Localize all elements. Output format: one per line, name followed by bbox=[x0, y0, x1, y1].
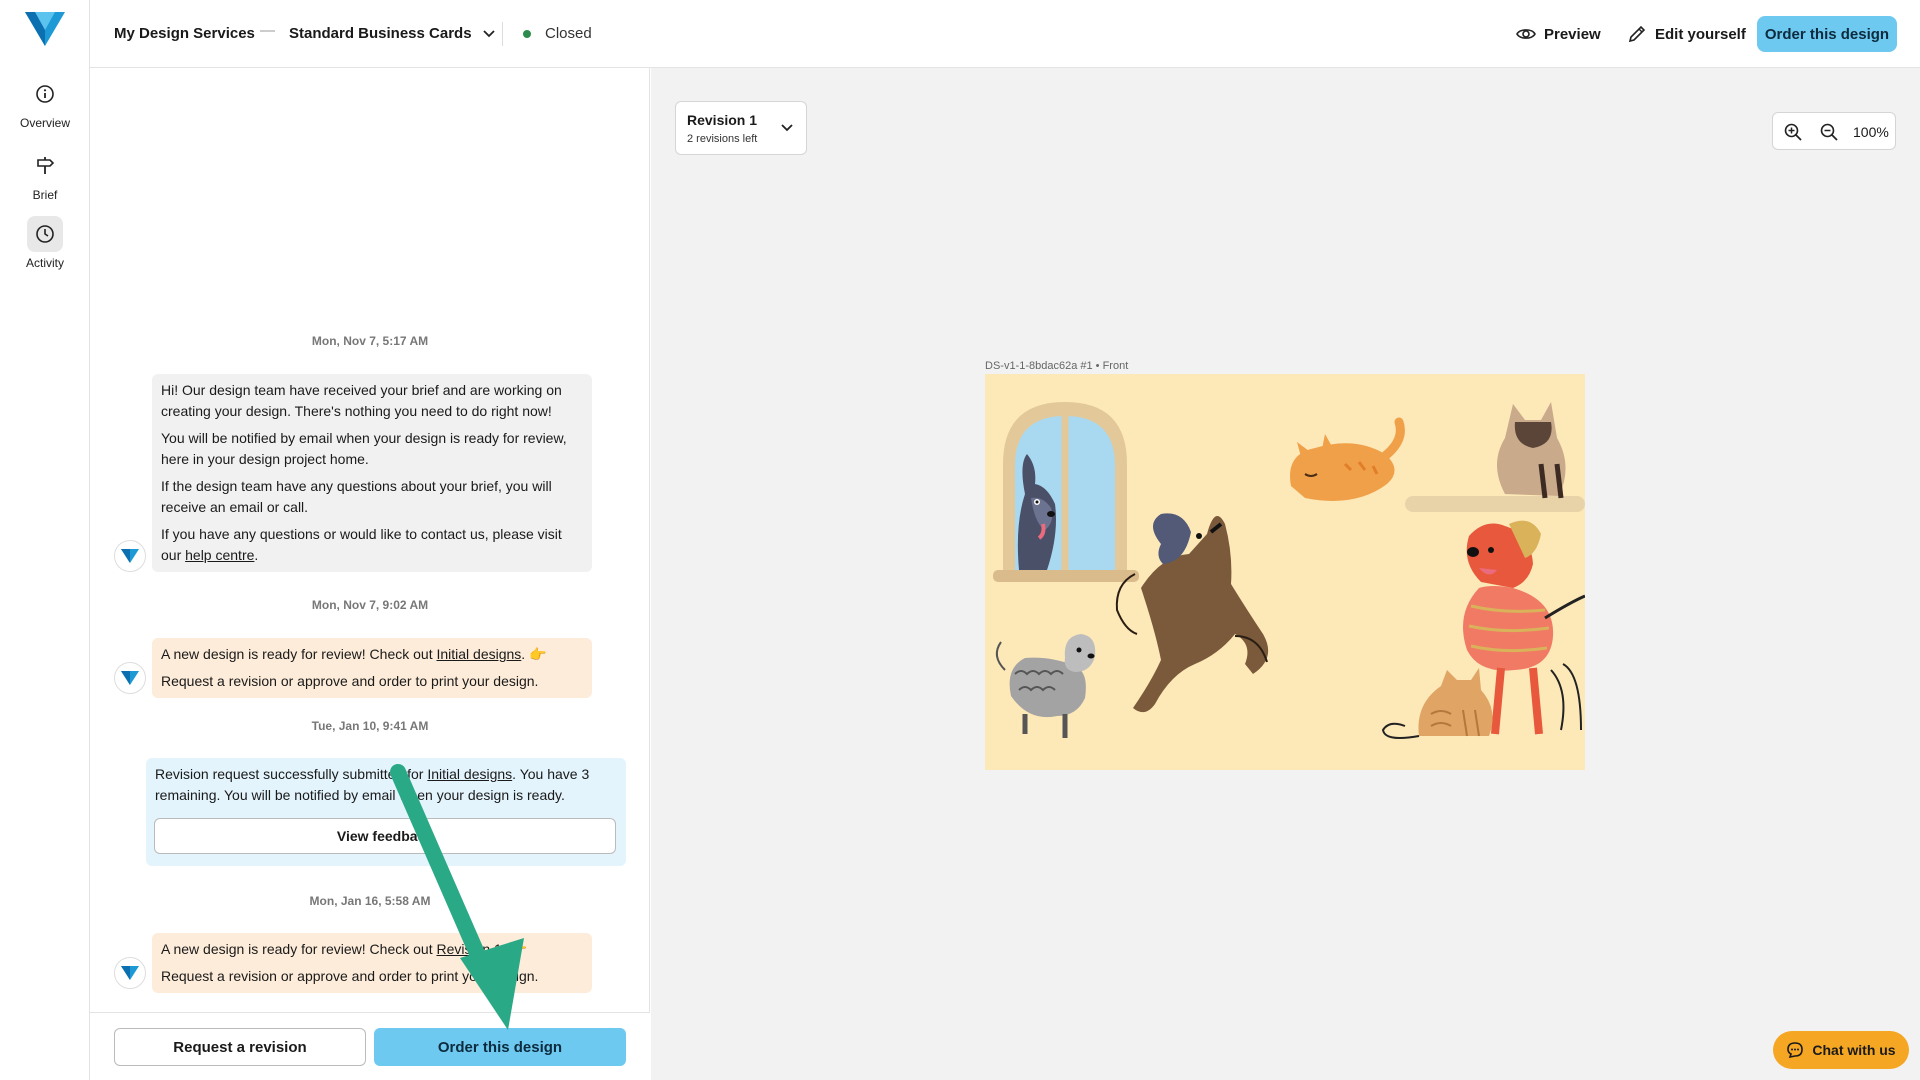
revision-dropdown[interactable]: Revision 1 2 revisions left bbox=[675, 101, 807, 155]
edit-yourself-button[interactable]: Edit yourself bbox=[1627, 24, 1746, 44]
edit-label: Edit yourself bbox=[1655, 25, 1746, 43]
activity-footer: Request a revision Order this design bbox=[90, 1012, 650, 1080]
message-timestamp: Mon, Nov 7, 9:02 AM bbox=[311, 598, 429, 612]
message-timestamp: Mon, Jan 16, 5:58 AM bbox=[309, 894, 431, 908]
activity-panel: Mon, Nov 7, 5:17 AM Hi! Our design team … bbox=[90, 68, 650, 1080]
chat-bubble-icon bbox=[1787, 1042, 1804, 1059]
initial-designs-link[interactable]: Initial designs bbox=[427, 766, 512, 782]
chevron-down-icon bbox=[482, 29, 495, 37]
message-bubble-customer: Revision request successfully submitted … bbox=[146, 758, 626, 866]
zoom-controls: 100% bbox=[1772, 112, 1896, 150]
rail-item-label: Activity bbox=[25, 256, 64, 270]
message-text: If you have any questions or would like … bbox=[161, 526, 562, 563]
order-design-button-header[interactable]: Order this design bbox=[1757, 16, 1897, 52]
message-text: Request a revision or approve and order … bbox=[161, 673, 539, 689]
pets-illustration bbox=[993, 402, 1585, 739]
rail-item-overview[interactable]: Overview bbox=[0, 76, 90, 130]
rail-item-activity[interactable]: Activity bbox=[0, 216, 90, 270]
left-rail: Overview Brief Activity bbox=[0, 0, 90, 1080]
zoom-in-icon[interactable] bbox=[1783, 122, 1803, 142]
chat-with-us-button[interactable]: Chat with us bbox=[1773, 1031, 1909, 1069]
pencil-icon bbox=[1628, 25, 1646, 43]
message-text: Request a revision or approve and order … bbox=[161, 968, 539, 984]
request-revision-button[interactable]: Request a revision bbox=[114, 1028, 366, 1066]
card-label: DS-v1-1-8bdac62a #1 • Front bbox=[985, 360, 1129, 372]
initial-designs-link[interactable]: Initial designs bbox=[436, 646, 521, 662]
designer-avatar bbox=[114, 662, 146, 694]
top-header: My Design Services — Standard Business C… bbox=[90, 0, 1920, 68]
clock-icon bbox=[27, 216, 63, 252]
message-timestamp: Mon, Nov 7, 5:17 AM bbox=[311, 334, 429, 348]
eye-icon bbox=[1516, 29, 1536, 39]
view-feedback-button[interactable]: View feedback bbox=[154, 818, 616, 854]
rail-item-label: Brief bbox=[32, 188, 58, 202]
status-text: Closed bbox=[545, 25, 592, 42]
chevron-down-icon bbox=[781, 124, 793, 132]
vistaprint-logo[interactable] bbox=[25, 10, 65, 48]
chat-label: Chat with us bbox=[1812, 1042, 1896, 1058]
help-centre-link[interactable]: help centre bbox=[185, 547, 254, 563]
message-text: A new design is ready for review! Check … bbox=[161, 646, 547, 662]
rail-item-label: Overview bbox=[19, 116, 70, 130]
header-divider bbox=[502, 22, 503, 46]
design-canvas: Revision 1 2 revisions left 100% DS-v1-1… bbox=[651, 68, 1920, 1080]
vistaprint-avatar-icon bbox=[121, 549, 139, 563]
revision-1-link[interactable]: Revision 1 bbox=[436, 941, 501, 957]
zoom-level: 100% bbox=[1853, 124, 1889, 140]
message-bubble: Hi! Our design team have received your b… bbox=[152, 374, 592, 572]
breadcrumb-root[interactable]: My Design Services bbox=[114, 25, 255, 42]
breadcrumb-separator: — bbox=[260, 22, 275, 39]
message-text: A new design is ready for review! Check … bbox=[161, 941, 528, 957]
message-text: Revision request successfully submitted … bbox=[155, 766, 590, 803]
signpost-icon bbox=[27, 148, 63, 184]
preview-label: Preview bbox=[1544, 25, 1601, 43]
product-name: Standard Business Cards bbox=[289, 25, 472, 42]
vistaprint-avatar-icon bbox=[121, 966, 139, 980]
message-timestamp: Tue, Jan 10, 9:41 AM bbox=[311, 719, 429, 733]
message-text: If the design team have any questions ab… bbox=[161, 478, 552, 515]
message-text: You will be notified by email when your … bbox=[161, 430, 567, 467]
message-bubble: A new design is ready for review! Check … bbox=[152, 933, 592, 993]
revision-title: Revision 1 bbox=[687, 112, 758, 128]
revision-sub: 2 revisions left bbox=[687, 133, 758, 145]
business-card-preview bbox=[985, 374, 1585, 770]
vistaprint-avatar-icon bbox=[121, 671, 139, 685]
preview-button[interactable]: Preview bbox=[1516, 24, 1601, 44]
rail-item-brief[interactable]: Brief bbox=[0, 148, 90, 202]
designer-avatar bbox=[114, 540, 146, 572]
message-bubble: A new design is ready for review! Check … bbox=[152, 638, 592, 698]
status-dot bbox=[523, 30, 531, 38]
designer-avatar bbox=[114, 957, 146, 989]
order-design-button[interactable]: Order this design bbox=[374, 1028, 626, 1066]
message-text: Hi! Our design team have received your b… bbox=[161, 382, 562, 419]
info-icon bbox=[27, 76, 63, 112]
product-dropdown[interactable]: Standard Business Cards bbox=[289, 25, 496, 42]
zoom-out-icon[interactable] bbox=[1819, 122, 1839, 142]
